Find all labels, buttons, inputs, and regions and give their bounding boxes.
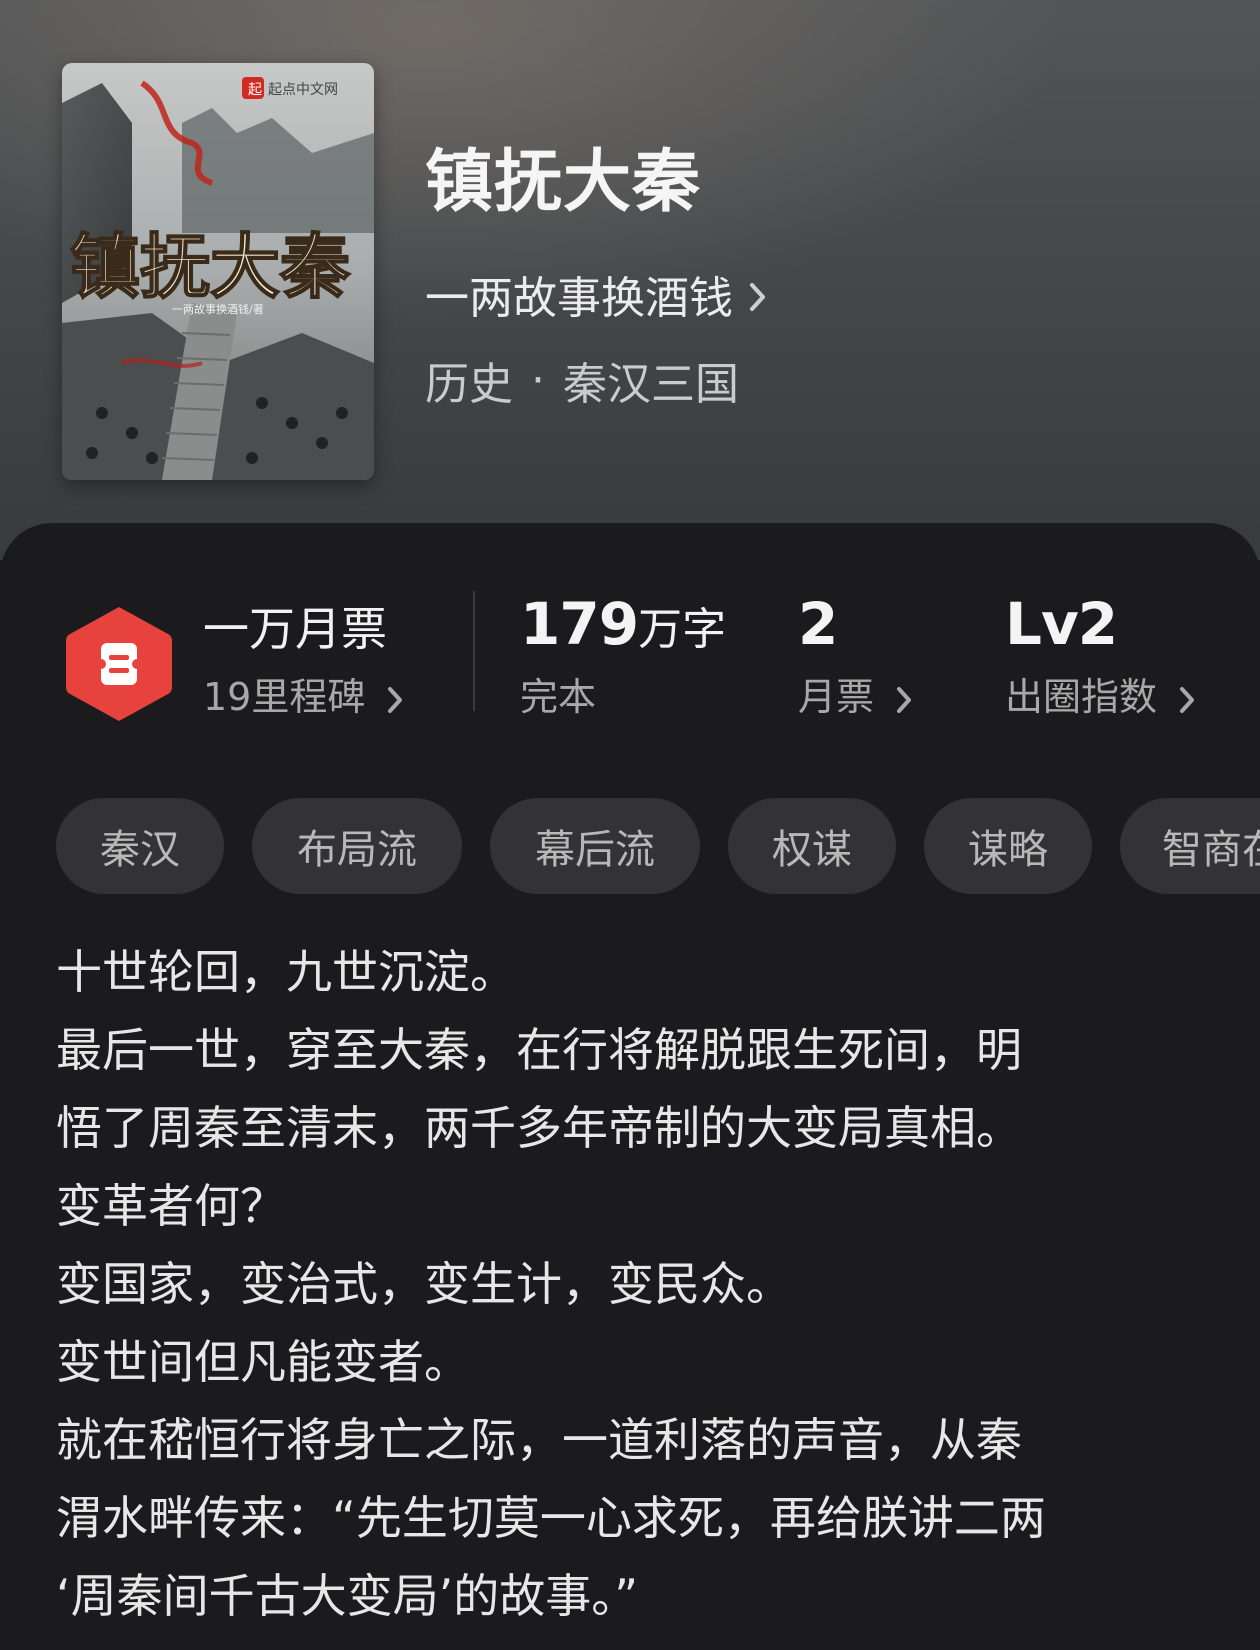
monthly-votes-label: 月票 <box>798 675 875 719</box>
author-link[interactable]: 一两故事换酒钱 <box>425 262 767 326</box>
breakout-index-label: 出圈指数 <box>1005 675 1158 719</box>
book-cover[interactable]: 起 起点中文网 镇抚大秦 一两故事换酒钱/著 <box>62 63 374 480</box>
chevron-right-icon <box>896 678 912 716</box>
monthly-votes-link[interactable]: 月票 <box>798 678 912 716</box>
description-line: ‘周秦间千古大变局’的故事。” <box>56 1569 639 1623</box>
description-line: 十世轮回，九世沉淀。 <box>56 945 516 999</box>
monthly-votes-value: 2 <box>798 590 838 658</box>
chevron-right-icon <box>387 678 403 716</box>
book-description: 十世轮回，九世沉淀。 最后一世，穿至大秦，在行将解脱跟生死间，明 悟了周秦至清末… <box>56 933 1206 1635</box>
description-line: 变世间但凡能变者。 <box>56 1335 470 1389</box>
description-line: 最后一世，穿至大秦，在行将解脱跟生死间，明 <box>56 1023 1022 1077</box>
ticket-badge-icon[interactable] <box>62 603 176 725</box>
chevron-right-icon <box>1179 678 1195 716</box>
description-line: 悟了周秦至清末，两千多年帝制的大变局真相。 <box>56 1101 1022 1155</box>
tag-chip[interactable]: 智商在线 <box>1120 798 1260 894</box>
word-count-unit: 万字 <box>638 604 727 655</box>
breakout-value: Lv2 <box>1005 590 1118 658</box>
stats-row: 一万月票 19里程碑 179万字 完本 2 月票 Lv2 出圈指数 <box>0 523 1260 723</box>
cover-artwork: 起 起点中文网 镇抚大秦 一两故事换酒钱/著 <box>62 63 374 480</box>
word-count-number: 179 <box>520 590 639 658</box>
cover-title: 镇抚大秦 <box>70 225 351 308</box>
genre[interactable]: 历史 <box>425 348 513 412</box>
description-line: 就在嵇恒行将身亡之际，一道利落的声音，从秦 <box>56 1413 1022 1467</box>
author-name: 一两故事换酒钱 <box>425 273 733 324</box>
subgenre[interactable]: 秦汉三国 <box>563 348 739 412</box>
genre-separator: · <box>531 354 545 406</box>
book-title: 镇抚大秦 <box>425 142 702 222</box>
publisher-logo-mark: 起 <box>248 82 262 98</box>
chevron-right-icon <box>749 269 767 320</box>
description-line: 渭水畔传来：“先生切莫一心求死，再给朕讲二两 <box>56 1491 1046 1545</box>
breakout-index-link[interactable]: 出圈指数 <box>1005 678 1195 716</box>
tag-chip[interactable]: 幕后流 <box>490 798 700 894</box>
cover-author: 一两故事换酒钱/著 <box>172 302 264 316</box>
milestone-title: 一万月票 <box>203 602 387 656</box>
tag-list: 秦汉 布局流 幕后流 权谋 谋略 智商在线 <box>0 798 1260 898</box>
word-count: 179万字 <box>520 595 726 653</box>
tag-chip[interactable]: 布局流 <box>252 798 462 894</box>
milestone-link[interactable]: 19里程碑 <box>203 678 403 716</box>
book-info-panel: 一万月票 19里程碑 179万字 完本 2 月票 Lv2 出圈指数 秦汉 布局流… <box>0 523 1260 1650</box>
tag-chip[interactable]: 秦汉 <box>56 798 224 894</box>
publisher-logo: 起点中文网 <box>268 82 338 98</box>
tag-chip[interactable]: 权谋 <box>728 798 896 894</box>
divider <box>473 591 475 711</box>
description-line: 变革者何？ <box>56 1179 286 1233</box>
book-header: 起 起点中文网 镇抚大秦 一两故事换酒钱/著 镇抚大秦 一两故事换酒钱 历史 ·… <box>0 0 1260 560</box>
milestone-label: 19里程碑 <box>203 675 366 719</box>
tag-chip[interactable]: 谋略 <box>924 798 1092 894</box>
genre-line: 历史 · 秦汉三国 <box>425 348 739 412</box>
book-status: 完本 <box>520 675 597 719</box>
description-line: 变国家，变治式，变生计，变民众。 <box>56 1257 792 1311</box>
